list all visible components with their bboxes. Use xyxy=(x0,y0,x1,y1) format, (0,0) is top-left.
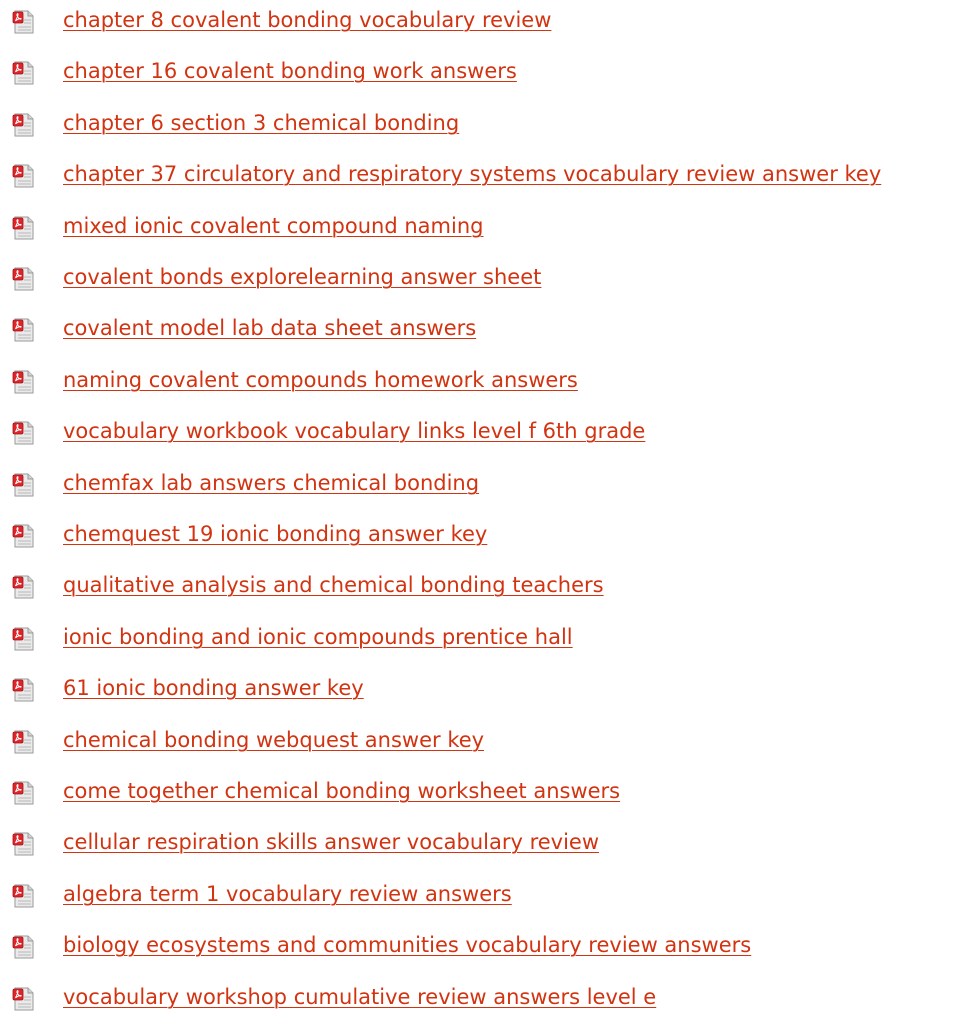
pdf-link[interactable]: 61 ionic bonding answer key xyxy=(63,673,364,703)
pdf-file-icon xyxy=(12,884,36,908)
pdf-file-icon xyxy=(12,370,36,394)
pdf-file-icon xyxy=(12,987,36,1011)
list-item-16: come together chemical bonding worksheet… xyxy=(0,771,979,825)
pdf-link[interactable]: covalent bonds explorelearning answer sh… xyxy=(63,262,541,292)
list-item-8: naming covalent compounds homework answe… xyxy=(0,360,979,414)
pdf-link[interactable]: biology ecosystems and communities vocab… xyxy=(63,930,751,960)
list-item-1: chapter 8 covalent bonding vocabulary re… xyxy=(0,0,979,54)
pdf-link[interactable]: chapter 16 covalent bonding work answers xyxy=(63,56,517,86)
pdf-file-icon xyxy=(12,524,36,548)
list-item-14: 61 ionic bonding answer key xyxy=(0,668,979,722)
pdf-link[interactable]: covalent model lab data sheet answers xyxy=(63,313,476,343)
list-item-7: covalent model lab data sheet answers xyxy=(0,308,979,362)
pdf-file-icon xyxy=(12,421,36,445)
pdf-link[interactable]: come together chemical bonding worksheet… xyxy=(63,776,620,806)
pdf-link[interactable]: chemfax lab answers chemical bonding xyxy=(63,468,479,498)
pdf-file-icon xyxy=(12,730,36,754)
pdf-file-icon xyxy=(12,61,36,85)
pdf-file-icon xyxy=(12,678,36,702)
list-item-3: chapter 6 section 3 chemical bonding xyxy=(0,103,979,157)
pdf-file-icon xyxy=(12,113,36,137)
pdf-link[interactable]: vocabulary workbook vocabulary links lev… xyxy=(63,416,645,446)
pdf-link[interactable]: chapter 8 covalent bonding vocabulary re… xyxy=(63,5,551,35)
list-item-9: vocabulary workbook vocabulary links lev… xyxy=(0,411,979,465)
pdf-file-icon xyxy=(12,267,36,291)
list-item-4: chapter 37 circulatory and respiratory s… xyxy=(0,154,979,208)
list-item-13: ionic bonding and ionic compounds prenti… xyxy=(0,617,979,671)
pdf-file-icon xyxy=(12,627,36,651)
pdf-file-icon xyxy=(12,935,36,959)
list-item-18: algebra term 1 vocabulary review answers xyxy=(0,874,979,928)
pdf-file-icon xyxy=(12,164,36,188)
pdf-link[interactable]: chemical bonding webquest answer key xyxy=(63,725,484,755)
pdf-file-icon xyxy=(12,318,36,342)
pdf-link[interactable]: naming covalent compounds homework answe… xyxy=(63,365,578,395)
list-item-20: vocabulary workshop cumulative review an… xyxy=(0,977,979,1028)
list-item-11: chemquest 19 ionic bonding answer key xyxy=(0,514,979,568)
list-item-10: chemfax lab answers chemical bonding xyxy=(0,463,979,517)
list-item-2: chapter 16 covalent bonding work answers xyxy=(0,51,979,105)
pdf-file-icon xyxy=(12,473,36,497)
pdf-link[interactable]: chapter 6 section 3 chemical bonding xyxy=(63,108,459,138)
list-item-17: cellular respiration skills answer vocab… xyxy=(0,822,979,876)
pdf-link[interactable]: cellular respiration skills answer vocab… xyxy=(63,827,599,857)
pdf-file-icon xyxy=(12,575,36,599)
pdf-link[interactable]: algebra term 1 vocabulary review answers xyxy=(63,879,512,909)
list-item-12: qualitative analysis and chemical bondin… xyxy=(0,565,979,619)
list-item-6: covalent bonds explorelearning answer sh… xyxy=(0,257,979,311)
pdf-file-icon xyxy=(12,216,36,240)
list-item-15: chemical bonding webquest answer key xyxy=(0,720,979,774)
pdf-file-icon xyxy=(12,781,36,805)
list-item-19: biology ecosystems and communities vocab… xyxy=(0,925,979,979)
pdf-file-icon xyxy=(12,832,36,856)
pdf-link[interactable]: qualitative analysis and chemical bondin… xyxy=(63,570,604,600)
pdf-link[interactable]: chemquest 19 ionic bonding answer key xyxy=(63,519,487,549)
pdf-link[interactable]: mixed ionic covalent compound naming xyxy=(63,211,483,241)
list-item-5: mixed ionic covalent compound naming xyxy=(0,206,979,260)
pdf-link[interactable]: chapter 37 circulatory and respiratory s… xyxy=(63,159,881,189)
pdf-file-icon xyxy=(12,10,36,34)
pdf-link[interactable]: ionic bonding and ionic compounds prenti… xyxy=(63,622,573,652)
pdf-link[interactable]: vocabulary workshop cumulative review an… xyxy=(63,982,656,1012)
